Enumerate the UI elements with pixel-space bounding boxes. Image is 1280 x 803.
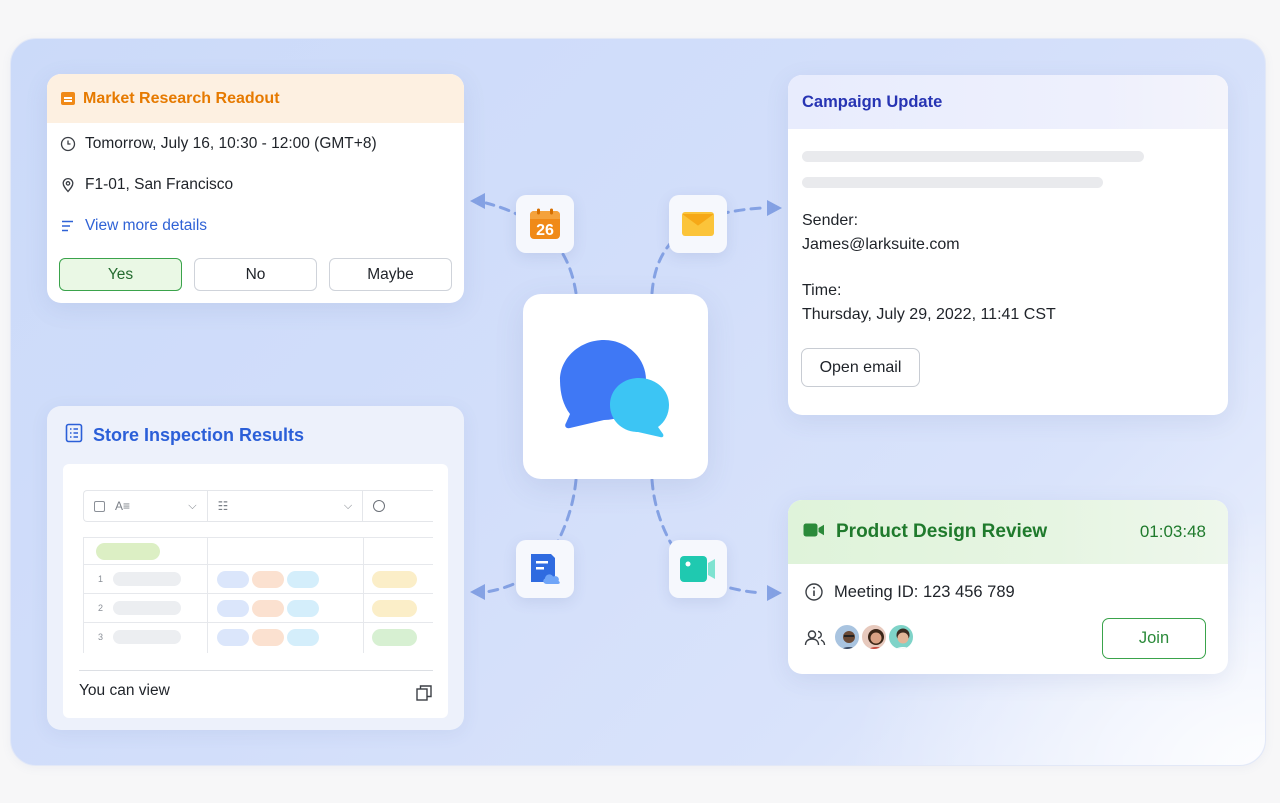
messenger-hub[interactable] xyxy=(523,294,708,479)
header-cell-status[interactable] xyxy=(363,491,433,521)
grid-line xyxy=(83,622,433,623)
details-lines-icon xyxy=(60,218,76,234)
tag-orange xyxy=(252,571,284,588)
copy-icon[interactable] xyxy=(415,684,433,707)
chevron-down-icon[interactable]: ⌵ xyxy=(188,500,196,513)
campaign-title: Campaign Update xyxy=(802,92,943,111)
tag-green xyxy=(372,629,417,646)
tag-cyan xyxy=(287,629,319,646)
view-more-details-link[interactable]: View more details xyxy=(85,217,207,235)
checklist-icon: ☷ xyxy=(217,499,229,513)
table-header: A≡ ⌵ ☷ ⌵ xyxy=(83,490,433,522)
doc-cloud-icon xyxy=(531,554,560,584)
tag-blue xyxy=(217,571,249,588)
rsvp-yes-button[interactable]: Yes xyxy=(59,258,182,291)
header-cell-text[interactable]: A≡ ⌵ xyxy=(84,491,208,521)
calendar-app-icon[interactable]: 26 xyxy=(516,195,574,253)
placeholder-line xyxy=(802,177,1103,188)
mail-app-icon[interactable] xyxy=(669,195,727,253)
event-location-row: F1-01, San Francisco xyxy=(47,164,464,205)
circle-check-icon xyxy=(373,500,386,512)
grid-line xyxy=(363,537,364,653)
rsvp-no-button[interactable]: No xyxy=(194,258,317,291)
meeting-title: Product Design Review xyxy=(836,521,1048,542)
clock-icon xyxy=(60,136,76,152)
market-research-card: Market Research Readout Tomorrow, July 1… xyxy=(47,74,464,303)
tag-blue xyxy=(217,600,249,617)
sender-email: James@larksuite.com xyxy=(802,236,960,253)
tag-orange xyxy=(252,629,284,646)
text-field-icon: A≡ xyxy=(115,499,131,513)
location-pin-icon xyxy=(60,177,76,193)
event-time: Tomorrow, July 16, 10:30 - 12:00 (GMT+8) xyxy=(85,134,377,152)
join-button[interactable]: Join xyxy=(1102,618,1206,659)
placeholder-cell xyxy=(113,572,181,586)
grid-line xyxy=(83,593,433,594)
avatar[interactable] xyxy=(887,623,915,651)
meeting-id-row: Meeting ID: 123 456 789 xyxy=(804,582,1015,602)
grid-line xyxy=(83,537,84,653)
view-permission-text: You can view xyxy=(79,682,170,699)
placeholder-cell xyxy=(113,630,181,644)
sheet-list-icon xyxy=(64,423,84,448)
email-time: Thursday, July 29, 2022, 11:41 CST xyxy=(802,306,1056,323)
arrow-head-right-top xyxy=(767,200,782,216)
tag-yellow xyxy=(372,600,417,617)
sender-label: Sender: xyxy=(802,212,859,229)
meeting-id: Meeting ID: 123 456 789 xyxy=(834,582,1015,601)
row-number: 1 xyxy=(98,574,104,584)
tag-orange xyxy=(252,600,284,617)
docs-app-icon[interactable] xyxy=(516,540,574,598)
meeting-header: Product Design Review 01:03:48 xyxy=(788,500,1228,564)
grid-line xyxy=(83,537,433,538)
arrow-head-left-bottom xyxy=(470,584,485,600)
market-research-title: Market Research Readout xyxy=(83,89,280,107)
chevron-down-icon[interactable]: ⌵ xyxy=(344,500,352,513)
mail-icon xyxy=(682,212,714,236)
row-number: 3 xyxy=(98,632,104,642)
calendar-day: 26 xyxy=(536,222,554,239)
store-inspection-header: Store Inspection Results xyxy=(47,406,464,464)
tag-yellow xyxy=(372,571,417,588)
grid-line xyxy=(83,564,433,565)
product-design-card: Product Design Review 01:03:48 Meeting I… xyxy=(788,500,1228,674)
event-time-row: Tomorrow, July 16, 10:30 - 12:00 (GMT+8) xyxy=(47,123,464,164)
tag-cyan xyxy=(287,600,319,617)
participants-icon xyxy=(804,628,826,653)
tag-cyan xyxy=(287,571,319,588)
tag-blue xyxy=(217,629,249,646)
video-camera-icon xyxy=(803,522,825,543)
row-number: 2 xyxy=(98,603,104,613)
group-tag xyxy=(96,543,160,560)
store-inspection-card: Store Inspection Results A≡ ⌵ ☷ ⌵ 1 2 3 … xyxy=(47,406,464,730)
info-icon xyxy=(804,582,824,602)
placeholder-line xyxy=(802,151,1144,162)
open-email-button[interactable]: Open email xyxy=(801,348,920,387)
placeholder-cell xyxy=(113,601,181,615)
campaign-update-card: Campaign Update Sender: James@larksuite.… xyxy=(788,75,1228,415)
view-details-row[interactable]: View more details xyxy=(47,205,464,246)
avatar[interactable] xyxy=(860,623,888,651)
header-cell-list[interactable]: ☷ ⌵ xyxy=(208,491,364,521)
meeting-timer: 01:03:48 xyxy=(1139,522,1206,541)
inspection-table-preview: A≡ ⌵ ☷ ⌵ 1 2 3 You can view xyxy=(63,464,448,718)
event-location: F1-01, San Francisco xyxy=(85,175,234,193)
time-label: Time: xyxy=(802,282,842,299)
rsvp-buttons: Yes No Maybe xyxy=(59,258,452,291)
chat-bubbles-icon xyxy=(558,338,673,443)
video-app-icon[interactable] xyxy=(669,540,727,598)
avatar[interactable] xyxy=(833,623,861,651)
checkbox-icon[interactable] xyxy=(94,500,105,512)
rsvp-maybe-button[interactable]: Maybe xyxy=(329,258,452,291)
arrow-head-left-top xyxy=(470,193,485,209)
market-research-header: Market Research Readout xyxy=(47,74,464,123)
store-inspection-title: Store Inspection Results xyxy=(93,424,305,445)
video-icon xyxy=(680,556,715,582)
calendar-icon xyxy=(61,92,75,105)
footer-divider xyxy=(79,670,433,671)
campaign-header: Campaign Update xyxy=(788,75,1228,129)
arrow-head-right-bottom xyxy=(767,585,782,601)
grid-line xyxy=(207,537,208,653)
